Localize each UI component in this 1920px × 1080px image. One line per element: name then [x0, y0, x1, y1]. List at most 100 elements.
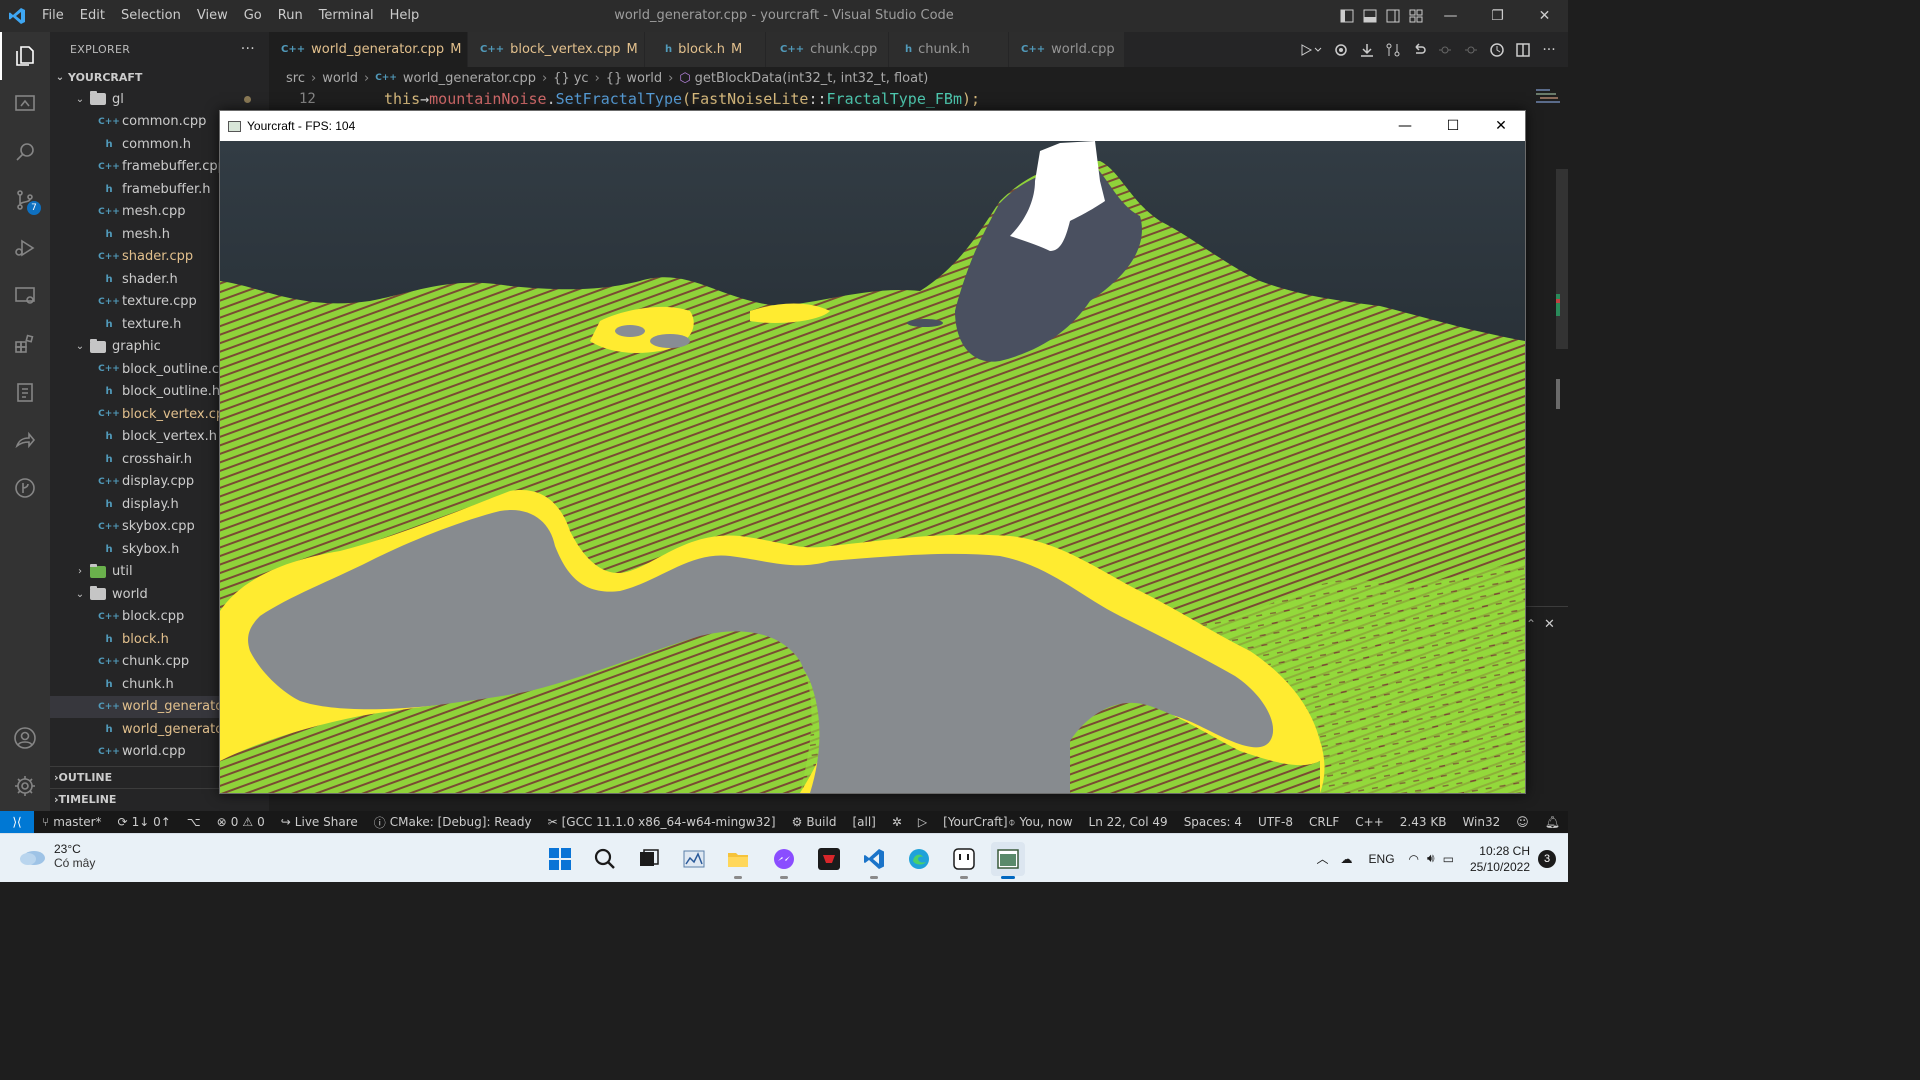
battery-icon[interactable]: ▭: [1439, 852, 1458, 866]
debug-bug-icon[interactable]: ✲: [884, 815, 910, 829]
photos-chart-icon[interactable]: [677, 842, 711, 876]
menu-help[interactable]: Help: [382, 0, 428, 32]
timeline-icon[interactable]: [1484, 38, 1510, 62]
search-icon[interactable]: [588, 842, 622, 876]
menu-terminal[interactable]: Terminal: [311, 0, 382, 32]
settings-gear-icon[interactable]: [0, 762, 50, 810]
sync-status[interactable]: ⟳ 1↓ 0↑: [110, 815, 179, 829]
tab-block-h[interactable]: h block.h M: [645, 32, 766, 67]
chevron-up-icon[interactable]: ︿: [1311, 850, 1335, 867]
remote-indicator-icon[interactable]: ⟩⟨: [0, 811, 34, 833]
problems-status[interactable]: ⊗ 0 ⚠ 0: [209, 815, 273, 829]
project-root[interactable]: ⌄ YOURCRAFT: [50, 66, 269, 89]
input-language[interactable]: ENG: [1359, 852, 1405, 866]
toggle-panel-icon[interactable]: [1358, 0, 1381, 32]
close-icon[interactable]: ✕: [1477, 111, 1525, 141]
platform[interactable]: Win32: [1454, 815, 1508, 829]
explorer-icon[interactable]: [0, 32, 50, 80]
gear-icon[interactable]: [1328, 38, 1354, 62]
notification-count-badge[interactable]: 3: [1538, 849, 1556, 868]
download-icon[interactable]: [1354, 38, 1380, 62]
more-actions-icon[interactable]: ···: [241, 41, 255, 57]
minimap[interactable]: [1526, 89, 1568, 609]
file-explorer-icon[interactable]: [721, 842, 755, 879]
terminal-app-icon[interactable]: [947, 842, 981, 879]
feedback-icon[interactable]: ☺: [1508, 815, 1537, 829]
extensions-icon[interactable]: [0, 320, 50, 368]
git-graph-status[interactable]: ⌥: [179, 815, 209, 829]
tab-world-generator-cpp[interactable]: C++ world_generator.cpp M ✕: [269, 32, 480, 67]
chevron-up-icon[interactable]: ⌃: [1526, 617, 1536, 631]
minimize-icon[interactable]: —: [1381, 111, 1429, 141]
menu-edit[interactable]: Edit: [72, 0, 113, 32]
toggle-sidebar-icon[interactable]: [1335, 0, 1358, 32]
split-editor-icon[interactable]: [1510, 38, 1536, 62]
remote-monitor-icon[interactable]: [0, 272, 50, 320]
next-change-icon[interactable]: [1458, 38, 1484, 62]
menu-selection[interactable]: Selection: [113, 0, 189, 32]
tab-chunk-h[interactable]: h chunk.h: [889, 32, 1009, 67]
cmake-status[interactable]: ⓘ CMake: [Debug]: Ready: [366, 814, 540, 831]
source-control-icon[interactable]: 7: [0, 176, 50, 224]
weather-widget[interactable]: 23°C Có mây: [18, 842, 95, 870]
language-mode[interactable]: C++: [1347, 815, 1392, 829]
tab-chunk-cpp[interactable]: C++ chunk.cpp: [766, 32, 889, 67]
game-launcher-icon[interactable]: [812, 842, 846, 876]
git-graph-icon[interactable]: [0, 464, 50, 512]
close-window-icon[interactable]: ✕: [1521, 0, 1568, 32]
toggle-secondary-sidebar-icon[interactable]: [1381, 0, 1404, 32]
menu-go[interactable]: Go: [236, 0, 270, 32]
build-target[interactable]: [all]: [844, 815, 883, 829]
branch-status[interactable]: ⑂ master*: [34, 815, 110, 829]
build-button[interactable]: ⚙ Build: [784, 815, 845, 829]
breadcrumb-file[interactable]: world_generator.cpp: [403, 71, 536, 86]
edge-browser-icon[interactable]: [902, 842, 936, 876]
customize-layout-icon[interactable]: [1404, 0, 1427, 32]
menu-file[interactable]: File: [34, 0, 72, 32]
run-debug-icon[interactable]: [0, 224, 50, 272]
breadcrumb-src[interactable]: src: [286, 71, 305, 86]
run-debug-dropdown-icon[interactable]: [1294, 38, 1328, 62]
tab-block-vertex-cpp[interactable]: C++ block_vertex.cpp M: [468, 32, 645, 67]
search-icon[interactable]: [0, 128, 50, 176]
remote-explorer-icon[interactable]: [0, 80, 50, 128]
minimize-window-icon[interactable]: —: [1427, 0, 1474, 32]
folder-gl[interactable]: ⌄ gl: [50, 88, 269, 111]
breadcrumb-namespace-world[interactable]: world: [626, 71, 662, 86]
indentation[interactable]: Spaces: 4: [1176, 815, 1250, 829]
close-panel-icon[interactable]: ✕: [1544, 617, 1555, 632]
notifications-bell-icon[interactable]: 🔔︎: [1537, 815, 1568, 829]
clock[interactable]: 10:28 CH 25/10/2022: [1458, 843, 1538, 875]
tab-world-cpp[interactable]: C++ world.cpp: [1009, 32, 1125, 67]
line-ending[interactable]: CRLF: [1301, 815, 1347, 829]
cursor-position[interactable]: Ln 22, Col 49: [1081, 815, 1176, 829]
live-share-status[interactable]: ↪ Live Share: [273, 815, 366, 829]
restore-window-icon[interactable]: ❐: [1474, 0, 1521, 32]
encoding[interactable]: UTF-8: [1250, 815, 1301, 829]
code-editor[interactable]: 12 this→mountainNoise.SetFractalType(Fas…: [269, 89, 1524, 111]
undo-icon[interactable]: [1406, 38, 1432, 62]
volume-icon[interactable]: 🔊︎: [1423, 851, 1439, 866]
accounts-icon[interactable]: [0, 714, 50, 762]
game-viewport[interactable]: [220, 141, 1525, 793]
live-share-icon[interactable]: [0, 416, 50, 464]
maximize-icon[interactable]: ☐: [1429, 111, 1477, 141]
messenger-icon[interactable]: [767, 842, 801, 879]
vscode-taskbar-icon[interactable]: [857, 842, 891, 879]
git-compare-icon[interactable]: [1380, 38, 1406, 62]
breadcrumb-namespace-yc[interactable]: yc: [574, 71, 589, 86]
onedrive-cloud-icon[interactable]: ☁: [1335, 852, 1359, 866]
menu-view[interactable]: View: [189, 0, 236, 32]
cmake-kit[interactable]: ✂ [GCC 11.1.0 x86_64-w64-mingw32]: [540, 815, 784, 829]
git-blame[interactable]: ⌽ You, now: [1000, 815, 1080, 830]
more-actions-icon[interactable]: ···: [1536, 38, 1562, 62]
breadcrumb-function[interactable]: getBlockData(int32_t, int32_t, float): [695, 71, 929, 86]
wifi-icon[interactable]: ◠: [1405, 852, 1423, 866]
breadcrumb-world[interactable]: world: [322, 71, 358, 86]
previous-change-icon[interactable]: [1432, 38, 1458, 62]
game-window[interactable]: Yourcraft - FPS: 104 — ☐ ✕: [219, 110, 1526, 794]
task-view-icon[interactable]: [632, 842, 666, 876]
testing-icon[interactable]: [0, 368, 50, 416]
start-windows-icon[interactable]: [543, 842, 577, 876]
launch-play-icon[interactable]: ▷: [910, 815, 935, 829]
